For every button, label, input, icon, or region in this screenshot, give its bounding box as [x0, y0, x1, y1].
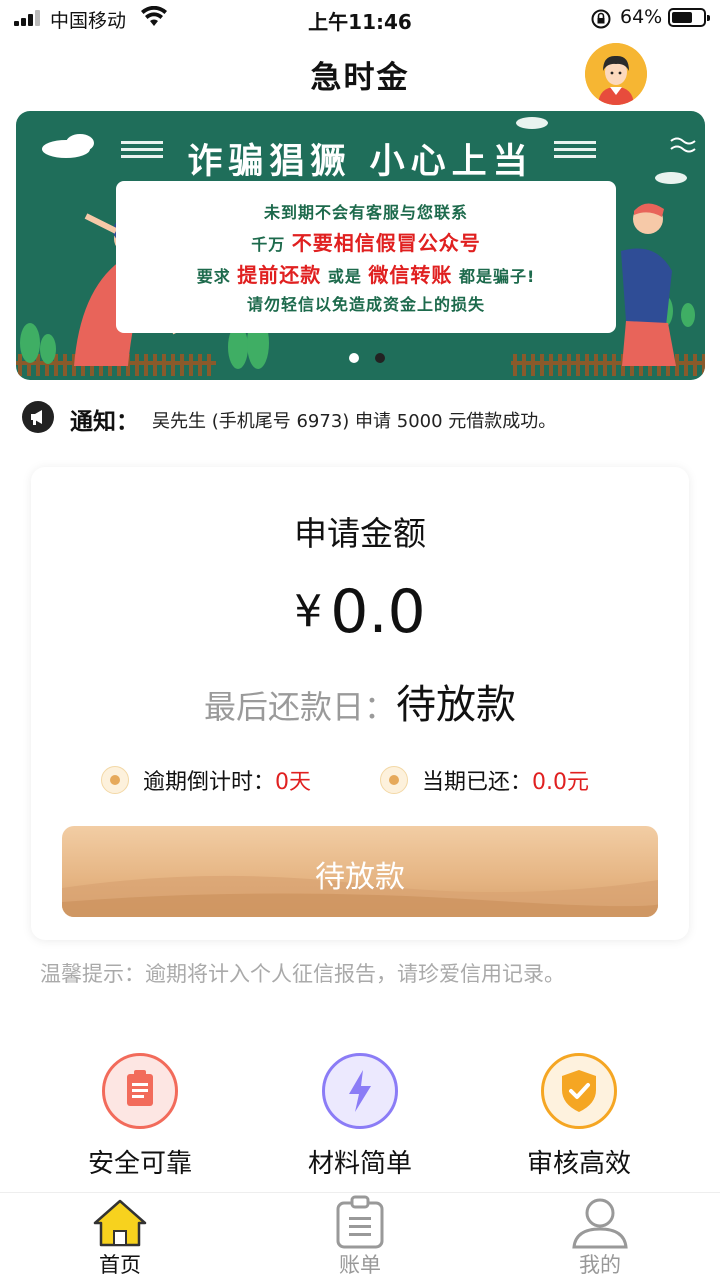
banner-title: 诈骗猖獗 小心上当: [187, 142, 534, 182]
carousel-dots[interactable]: [341, 348, 393, 367]
avatar[interactable]: [585, 43, 647, 105]
megaphone-icon: [22, 401, 54, 433]
due-date-value: 待放款: [396, 682, 516, 728]
amount-title: 申请金额: [294, 514, 426, 553]
credit-tip: 温馨提示：逾期将计入个人征信报告，请珍爱信用记录。: [40, 962, 565, 986]
countdown-stat: 逾期倒计时：0天: [101, 764, 311, 796]
due-date-label: 最后还款日：: [203, 688, 396, 726]
bill-icon: [336, 1195, 384, 1249]
feature-safe: 安全可靠: [40, 1053, 240, 1180]
user-avatar-icon: [585, 43, 647, 105]
feature-label: 安全可靠: [87, 1149, 192, 1179]
countdown-value: 0天: [275, 770, 312, 795]
tab-bar: 首页 账单 我的: [0, 1192, 720, 1280]
tab-home[interactable]: 首页: [60, 1193, 180, 1277]
tab-label: 我的: [579, 1253, 621, 1277]
shield-check-icon: [541, 1053, 617, 1129]
due-date-row: 最后还款日：待放款: [31, 672, 689, 730]
lightning-icon: [322, 1053, 398, 1129]
tab-label: 账单: [339, 1253, 381, 1277]
feature-fast-review: 审核高效: [479, 1053, 679, 1180]
repaid-value: 0.0元: [532, 770, 590, 795]
notification-label: 通知：: [70, 409, 139, 435]
clipboard-icon: [102, 1053, 178, 1129]
battery-percent: 64%: [620, 6, 663, 28]
status-bar: 中国移动 上午11:46 64%: [0, 0, 720, 38]
battery-icon: [668, 8, 710, 27]
banner-line-2: 千万 不要相信假冒公众号: [251, 231, 481, 255]
feature-label: 材料简单: [307, 1149, 412, 1179]
repaid-label: 当期已还：: [422, 770, 533, 795]
carousel-dot-active[interactable]: [375, 353, 385, 363]
orientation-lock-icon: [591, 9, 611, 29]
banner-line-4: 请勿轻信以免造成资金上的损失: [246, 295, 485, 314]
home-icon: [93, 1199, 147, 1247]
loan-amount: ¥0.0: [31, 577, 689, 647]
loan-card: 申请金额 ¥0.0 最后还款日：待放款 逾期倒计时：0天 当期已还：0.0元 待…: [31, 467, 689, 940]
repaid-stat: 当期已还：0.0元: [380, 764, 589, 796]
banner-notice-card: 未到期不会有客服与您联系 千万 不要相信假冒公众号 要求 提前还款 或是 微信转…: [116, 181, 616, 333]
feature-simple: 材料简单: [260, 1053, 460, 1180]
countdown-label: 逾期倒计时：: [143, 770, 276, 795]
clock: 上午11:46: [308, 10, 412, 34]
banner-line-3: 要求 提前还款 或是 微信转账 都是骗子!: [196, 263, 536, 287]
fraud-warning-banner[interactable]: 诈骗猖獗 小心上当 未到期不会有客服与您联系 千万 不要相信假冒公众号 要求 提…: [16, 111, 705, 380]
tab-bills[interactable]: 账单: [300, 1193, 420, 1277]
coin-icon: [101, 766, 129, 794]
currency-symbol: ¥: [294, 586, 323, 637]
button-label: 待放款: [315, 860, 405, 895]
tab-profile[interactable]: 我的: [540, 1193, 660, 1277]
carousel-dot[interactable]: [349, 353, 359, 363]
pending-disbursement-button[interactable]: 待放款: [62, 826, 658, 917]
notification-text: 吴先生 (手机尾号 6973) 申请 5000 元借款成功。: [152, 411, 557, 432]
tab-label: 首页: [99, 1253, 141, 1277]
feature-label: 审核高效: [526, 1149, 631, 1179]
banner-line-1: 未到期不会有客服与您联系: [263, 203, 468, 222]
amount-value: 0.0: [330, 577, 426, 647]
money-bag-icon: [380, 766, 408, 794]
profile-icon: [572, 1198, 628, 1249]
